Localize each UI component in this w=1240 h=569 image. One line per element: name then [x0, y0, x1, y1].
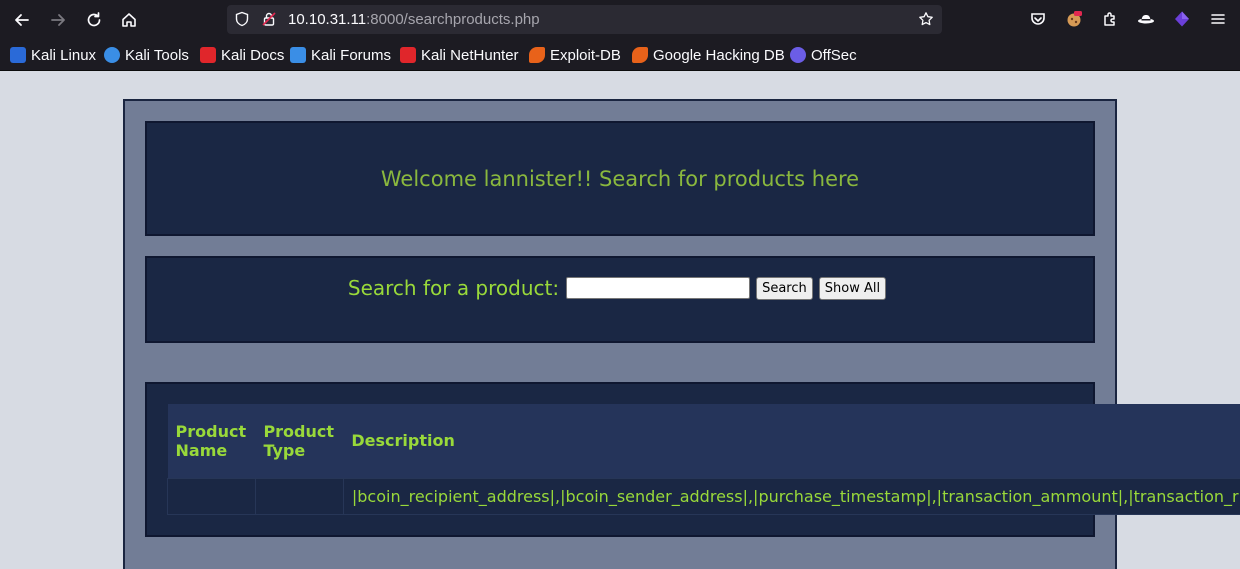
bookmark-kali-forums[interactable]: Kali Forums [290, 46, 391, 64]
kali-forums-icon [290, 47, 306, 63]
bookmark-offsec[interactable]: OffSec [790, 46, 857, 64]
reload-icon [87, 12, 101, 27]
bookmark-kali-nethunter[interactable]: Kali NetHunter [400, 46, 519, 64]
bookmark-kali-docs[interactable]: Kali Docs [200, 46, 284, 64]
show-all-button[interactable]: Show All [818, 276, 887, 300]
results-panel: Product Name Product Type Description |b… [145, 382, 1240, 537]
table-header-row: Product Name Product Type Description [167, 404, 1240, 478]
kali-nethunter-icon [400, 47, 416, 63]
bookmark-label: OffSec [811, 46, 857, 64]
offsec-icon [790, 47, 806, 63]
cell-product-name [167, 477, 256, 515]
arrow-left-icon [15, 14, 29, 26]
bookmarks-bar: Kali Linux Kali Tools Kali Docs Kali For… [0, 39, 1240, 71]
results-table-wrapper: Product Name Product Type Description |b… [167, 404, 1240, 515]
bookmark-label: Kali NetHunter [421, 46, 519, 64]
address-bar[interactable]: 10.10.31.11:8000/searchproducts.php [227, 5, 942, 34]
browser-toolbar: 10.10.31.11:8000/searchproducts.php [0, 0, 1240, 39]
search-button[interactable]: Search [756, 276, 813, 300]
shield-icon[interactable] [233, 10, 251, 28]
url-path: :8000/searchproducts.php [366, 11, 540, 28]
bookmark-label: Google Hacking DB [653, 46, 785, 64]
home-icon [122, 13, 136, 27]
search-form: Search for a product: Search Show All [147, 276, 1093, 300]
back-button[interactable] [8, 6, 36, 34]
search-label: Search for a product: [347, 276, 560, 300]
bookmark-label: Kali Forums [311, 46, 392, 64]
star-icon[interactable] [917, 10, 935, 28]
header-product-type: Product Type [255, 404, 344, 478]
search-input[interactable] [566, 277, 751, 299]
page-content: Welcome lannister!! Search for products … [0, 71, 1240, 569]
reload-button[interactable] [80, 6, 108, 34]
kali-docs-icon [200, 47, 216, 63]
bookmark-label: Kali Tools [125, 46, 189, 64]
results-table: Product Name Product Type Description |b… [167, 404, 1240, 515]
bookmark-label: Kali Docs [221, 46, 285, 64]
kali-tools-icon [104, 47, 120, 63]
extensions-icon[interactable] [1099, 8, 1121, 30]
main-container: Welcome lannister!! Search for products … [123, 99, 1240, 569]
table-row: |bcoin_recipient_address|,|bcoin_sender_… [167, 477, 1240, 515]
bookmark-kali-tools[interactable]: Kali Tools [104, 46, 189, 64]
exploit-db-icon [529, 47, 545, 63]
cell-product-type [254, 477, 344, 515]
pocket-icon[interactable] [1027, 8, 1049, 30]
cookie-extension-icon[interactable] [1063, 8, 1085, 30]
bookmark-label: Exploit-DB [550, 46, 621, 64]
spy-hat-icon[interactable] [1135, 8, 1157, 30]
insecure-lock-icon[interactable] [260, 10, 278, 28]
bookmark-label: Kali Linux [31, 46, 97, 64]
forward-button[interactable] [44, 6, 72, 34]
bookmark-kali-linux[interactable]: Kali Linux [10, 46, 96, 64]
purple-cube-icon[interactable] [1171, 8, 1193, 30]
welcome-panel: Welcome lannister!! Search for products … [145, 121, 1095, 236]
arrow-right-icon [51, 14, 65, 26]
url-host: 10.10.31.11 [288, 11, 367, 28]
search-panel: Search for a product: Search Show All [145, 256, 1095, 343]
header-product-name: Product Name [167, 404, 256, 478]
menu-icon[interactable] [1207, 8, 1229, 30]
url-text[interactable]: 10.10.31.11:8000/searchproducts.php [288, 11, 540, 28]
ghdb-icon [632, 47, 648, 63]
cell-description: |bcoin_recipient_address|,|bcoin_sender_… [342, 477, 1240, 515]
home-button[interactable] [115, 6, 143, 34]
bookmark-google-hacking-db[interactable]: Google Hacking DB [632, 46, 785, 64]
welcome-heading: Welcome lannister!! Search for products … [380, 166, 860, 191]
kali-dragon-icon [10, 47, 26, 63]
bookmark-exploit-db[interactable]: Exploit-DB [529, 46, 621, 64]
header-description: Description [343, 404, 1240, 478]
